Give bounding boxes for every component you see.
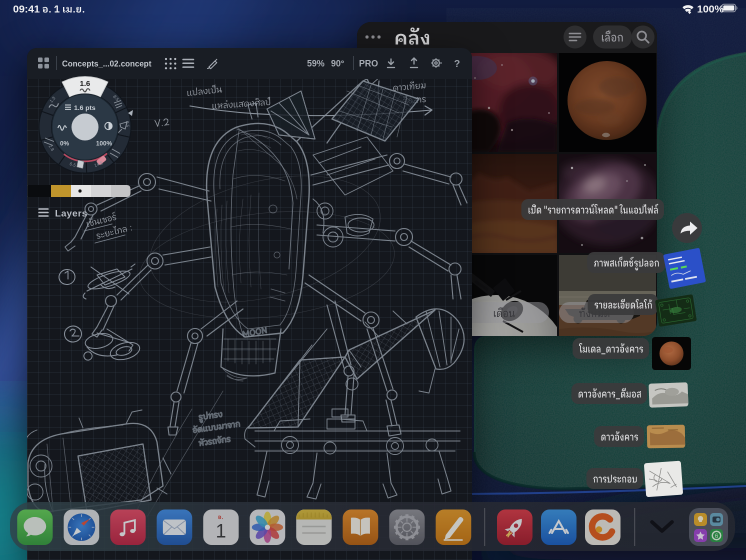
svg-text:09:41: 09:41	[13, 4, 40, 16]
svg-text:100%: 100%	[697, 4, 725, 16]
